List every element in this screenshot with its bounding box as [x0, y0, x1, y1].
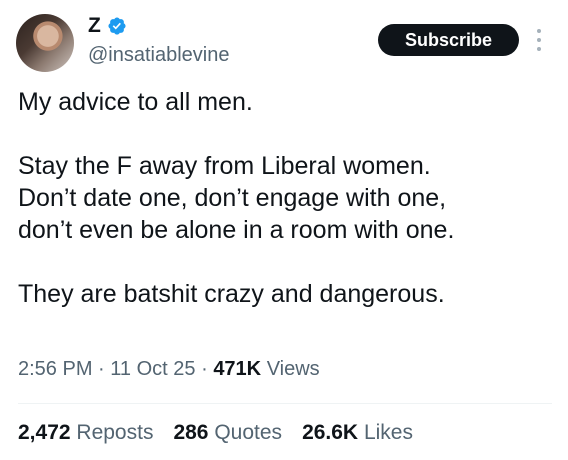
meta-separator: ·: [201, 358, 208, 380]
views-label: Views: [266, 358, 320, 380]
views-count: 471K: [213, 358, 262, 380]
author-handle[interactable]: @insatiablevine: [88, 44, 230, 67]
likes-stat[interactable]: 26.6K Likes: [302, 421, 413, 445]
reposts-stat[interactable]: 2,472 Reposts: [18, 421, 153, 445]
subscribe-button[interactable]: Subscribe: [378, 24, 519, 56]
tweet-line: My advice to all men.: [18, 88, 253, 116]
reposts-label: Reposts: [76, 421, 154, 444]
tweet-line: They are batshit crazy and dangerous.: [18, 280, 445, 308]
engagement-stats: 2,472 Reposts 286 Quotes 26.6K Likes: [18, 421, 413, 445]
tweet-time[interactable]: 2:56 PM: [18, 358, 92, 380]
author-name-row: Z: [88, 14, 127, 38]
tweet-line: Stay the F away from Liberal women.: [18, 152, 431, 180]
tweet-text: My advice to all men. Stay the F away fr…: [18, 86, 558, 310]
verified-badge-icon: [108, 17, 126, 35]
tweet-card: Z @insatiablevine Subscribe My advice to…: [0, 0, 568, 460]
reposts-count: 2,472: [18, 421, 71, 444]
quotes-stat[interactable]: 286 Quotes: [173, 421, 282, 445]
tweet-date[interactable]: 11 Oct 25: [110, 358, 195, 380]
tweet-line-gap: [18, 246, 558, 278]
meta-separator: ·: [98, 358, 105, 380]
likes-label: Likes: [363, 421, 413, 444]
quotes-count: 286: [173, 421, 209, 444]
more-vertical-icon[interactable]: [532, 26, 546, 54]
divider: [18, 403, 552, 404]
tweet-line: Don’t date one, don’t engage with one,: [18, 184, 447, 212]
tweet-line: don’t even be alone in a room with one.: [18, 216, 455, 244]
avatar[interactable]: [16, 14, 74, 72]
author-display-name[interactable]: Z: [88, 14, 101, 38]
likes-count: 26.6K: [302, 421, 359, 444]
quotes-label: Quotes: [214, 421, 283, 444]
tweet-meta: 2:56 PM · 11 Oct 25 · 471K Views: [18, 358, 320, 381]
tweet-line-gap: [18, 118, 558, 150]
